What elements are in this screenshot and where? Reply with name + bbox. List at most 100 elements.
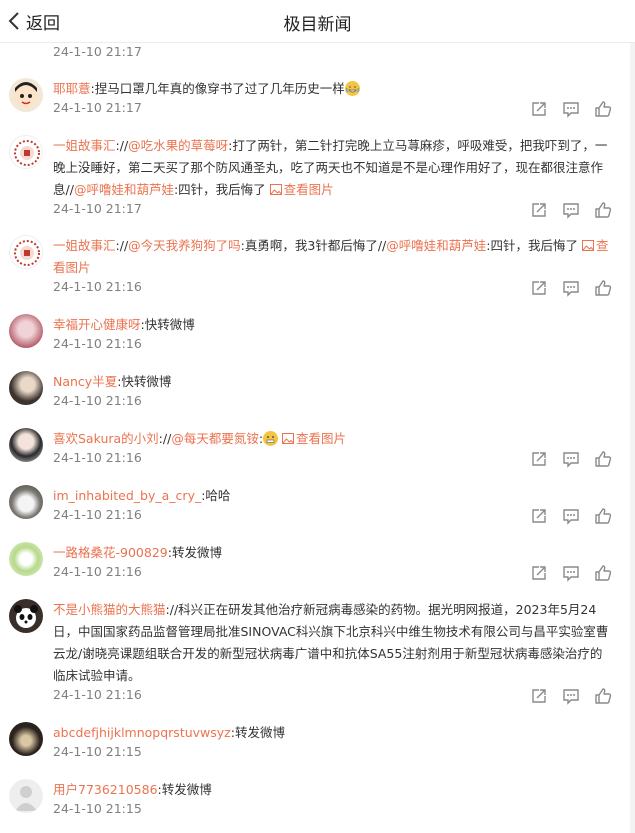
comment-user[interactable]: 一姐故事汇 [53,138,116,153]
avatar[interactable] [9,371,43,405]
avatar[interactable] [9,428,43,462]
comment-icon[interactable] [562,450,580,468]
comment-text: :// [115,138,129,153]
scrollbar[interactable] [630,42,635,833]
view-image-link[interactable]: 查看图片 [282,431,346,446]
comment-time: 24-1-10 21:17 [53,44,142,59]
comment-actions [530,687,612,705]
comment-content: 幸福开心健康呀:快转微博 [53,314,613,336]
comment-actions [530,450,612,468]
comment-content: abcdefjhijklmnopqrstuvwsyz:转发微博 [53,722,613,744]
comment-content: 一路格桑花-900829:转发微博 [53,542,613,564]
comment-time: 24-1-10 21:16 [53,450,142,465]
comment-text: :四针，我后悔了 [173,182,266,197]
share-icon[interactable] [530,507,548,525]
comment-text: :转发微博 [230,725,285,740]
top-bar: 返回 极目新闻 [0,0,635,43]
comment-user[interactable]: 不是小熊猫的大熊猫 [53,602,166,617]
like-icon[interactable] [594,564,612,582]
like-icon[interactable] [594,100,612,118]
comment-icon[interactable] [562,100,580,118]
share-icon[interactable] [530,450,548,468]
comment-text: :捏马口罩几年真的像穿书了过了几年历史一样 [90,81,345,96]
comment-user[interactable]: Nancy半夏 [53,374,117,389]
like-icon[interactable] [594,450,612,468]
like-icon[interactable] [594,507,612,525]
comment-text: :真勇啊，我3针都后悔了// [240,238,387,253]
comment-time: 24-1-10 21:16 [53,279,142,294]
view-image-link[interactable]: 查看图片 [269,182,334,197]
share-icon[interactable] [530,100,548,118]
comment-time: 24-1-10 21:16 [53,564,142,579]
page-title: 极目新闻 [283,15,352,35]
comment-time: 24-1-10 21:17 [53,201,142,216]
comment-icon[interactable] [562,564,580,582]
comment-user[interactable]: 用户7736210586 [53,782,158,797]
share-icon[interactable] [530,279,548,297]
avatar[interactable] [9,78,43,112]
view-image-label: 查看图片 [296,431,347,446]
comment-time: 24-1-10 21:16 [53,336,142,351]
comment-icon[interactable] [562,687,580,705]
comment-content: 耶耶薏:捏马口罩几年真的像穿书了过了几年历史一样 [53,78,613,100]
comment-content: 喜欢Sakura的小刘://@每天都要氮铵: 查看图片 [53,428,613,450]
comment-text: :转发微博 [167,545,222,560]
comment-time: 24-1-10 21:16 [53,393,142,408]
comment-text: :哈哈 [201,488,231,503]
comment-user[interactable]: 耶耶薏 [53,81,91,96]
like-icon[interactable] [594,279,612,297]
comment-user[interactable]: 一姐故事汇 [53,238,116,253]
mention-link[interactable]: @吃水果的草莓呀 [128,138,228,153]
image-icon [581,240,594,251]
avatar[interactable] [9,542,43,576]
comment-user[interactable]: 幸福开心健康呀 [53,317,141,332]
comment-time: 24-1-10 21:16 [53,687,142,702]
avatar[interactable] [9,779,43,813]
comment-user[interactable]: 一路格桑花-900829 [53,545,168,560]
comment-actions [530,279,612,297]
comment-user[interactable]: im_inhabited_by_a_cry_ [53,488,201,503]
mention-link[interactable]: @呼噜娃和葫芦娃 [386,238,486,253]
share-icon[interactable] [530,687,548,705]
comment-time: 24-1-10 21:15 [53,744,142,759]
comment-icon[interactable] [562,507,580,525]
comment-content: 不是小熊猫的大熊猫://科兴正在研发其他治疗新冠病毒感染的药物。据光明网报道，2… [53,599,613,687]
comment-icon[interactable] [562,279,580,297]
comment-content: im_inhabited_by_a_cry_:哈哈 [53,485,613,507]
comment-text: :四针，我后悔了 [486,238,578,253]
avatar[interactable] [9,135,43,169]
comment-text: :// [158,431,172,446]
comment-actions [530,507,612,525]
like-icon[interactable] [594,687,612,705]
avatar[interactable] [9,235,43,269]
comment-content: 一姐故事汇://@今天我养狗狗了吗:真勇啊，我3针都后悔了//@呼噜娃和葫芦娃:… [53,235,613,279]
share-icon[interactable] [530,564,548,582]
comment-actions [530,201,612,219]
comment-text: :// [115,238,129,253]
avatar[interactable] [9,722,43,756]
comment-icon[interactable] [562,201,580,219]
like-icon[interactable] [594,201,612,219]
image-icon [269,184,282,195]
comment-time: 24-1-10 21:16 [53,507,142,522]
comment-text: :转发微博 [157,782,212,797]
comment-time: 24-1-10 21:17 [53,100,142,115]
avatar[interactable] [9,314,43,348]
mention-link[interactable]: @今天我养狗狗了吗 [128,238,241,253]
image-icon [282,433,295,444]
comment-actions [530,100,612,118]
comment-user[interactable]: 喜欢Sakura的小刘 [53,431,159,446]
comment-content: Nancy半夏:快转微博 [53,371,613,393]
comment-user[interactable]: abcdefjhijklmnopqrstuvwsyz [53,725,231,740]
mention-link[interactable]: @每天都要氮铵 [171,431,259,446]
crying-laughing-emoji-icon [344,81,360,96]
share-icon[interactable] [530,201,548,219]
avatar[interactable] [9,485,43,519]
comment-content: 一姐故事汇://@吃水果的草莓呀:打了两针，第二针打完晚上立马荨麻疹，呼吸难受，… [53,135,613,201]
view-image-label: 查看图片 [283,182,334,197]
comment-actions [530,564,612,582]
comment-content: 用户7736210586:转发微博 [53,779,613,801]
comment-text: :快转微博 [140,317,195,332]
avatar[interactable] [9,599,43,633]
mention-link[interactable]: @呼噜娃和葫芦娃 [74,182,174,197]
